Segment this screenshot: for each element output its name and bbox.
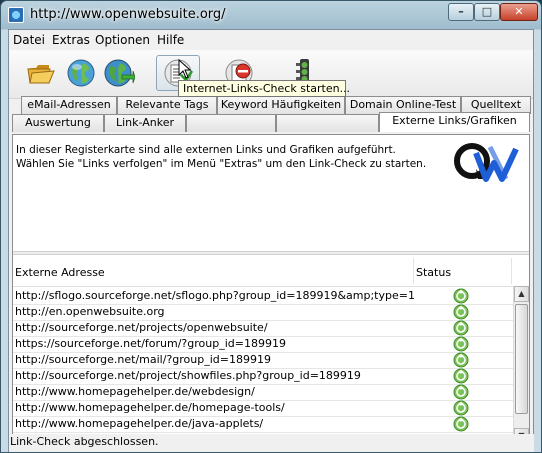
link-url: http://sflogo.sourceforge.net/sflogo.php… xyxy=(15,289,415,302)
link-url: http://www.homepagehelper.de/java-applet… xyxy=(15,417,264,430)
status-ok-icon xyxy=(453,288,469,304)
minimize-icon: – xyxy=(458,5,464,18)
table-row[interactable]: http://sflogo.sourceforge.net/sflogo.php… xyxy=(13,288,513,305)
app-icon xyxy=(8,7,24,23)
title-bar[interactable]: http://www.openwebsuite.org/ – □ ✕ xyxy=(1,1,541,29)
tab-relevante-tags[interactable]: Relevante Tags xyxy=(117,96,217,114)
column-divider[interactable] xyxy=(511,258,512,284)
table-row[interactable]: http://www.homepagehelper.de/webdesign/ xyxy=(13,384,513,401)
link-url: http://www.homepagehelper.de/homepage-to… xyxy=(15,401,285,414)
table-row[interactable]: https://sourceforge.net/forum/?group_id=… xyxy=(13,336,513,353)
table-row[interactable]: http://en.openwebsuite.org xyxy=(13,304,513,321)
table-row[interactable]: http://sourceforge.net/mail/?group_id=18… xyxy=(13,352,513,369)
tab-link-anker[interactable]: Link-Anker xyxy=(104,114,186,132)
tab-auswertung[interactable]: Auswertung xyxy=(12,114,104,132)
col-status[interactable]: Status xyxy=(416,266,451,279)
tab-email-adressen[interactable]: eMail-Adressen xyxy=(21,96,117,114)
vertical-scrollbar[interactable]: ▲ ▼ xyxy=(513,286,529,444)
menu-bar: Datei Extras Optionen Hilfe xyxy=(9,30,533,50)
external-links-table: Externe Adresse Status http://sflogo.sou… xyxy=(13,256,529,444)
status-ok-icon xyxy=(453,400,469,416)
info-line-1: In dieser Registerkarte sind alle extern… xyxy=(16,144,396,156)
status-ok-icon xyxy=(453,384,469,400)
maximize-button[interactable]: □ xyxy=(474,3,500,21)
menu-optionen[interactable]: Optionen xyxy=(95,33,150,47)
link-url: http://www.homepagehelper.de/webdesign/ xyxy=(15,385,255,398)
status-ok-icon xyxy=(453,336,469,352)
link-url: http://sourceforge.net/project/showfiles… xyxy=(15,369,361,382)
tab-keyword-haeufigkeiten[interactable]: Keyword Häufigkeiten xyxy=(217,96,345,114)
scroll-thumb[interactable] xyxy=(515,304,528,414)
maximize-icon: □ xyxy=(481,5,493,18)
menu-hilfe[interactable]: Hilfe xyxy=(157,33,184,47)
globe-icon xyxy=(67,59,95,87)
link-url: http://sourceforge.net/projects/openwebs… xyxy=(15,321,268,334)
menu-extras[interactable]: Extras xyxy=(52,33,90,47)
table-row[interactable]: http://sourceforge.net/projects/openwebs… xyxy=(13,320,513,337)
close-button[interactable]: ✕ xyxy=(500,3,538,21)
openwebsuite-logo-icon xyxy=(454,143,519,182)
globe-button[interactable] xyxy=(62,55,100,91)
app-window: http://www.openwebsuite.org/ – □ ✕ Datei… xyxy=(0,0,542,453)
column-divider[interactable] xyxy=(413,258,414,284)
globe-arrow-icon xyxy=(104,59,135,87)
scroll-up-button[interactable]: ▲ xyxy=(514,286,529,302)
menu-datei[interactable]: Datei xyxy=(13,33,45,47)
table-header: Externe Adresse Status xyxy=(13,256,529,287)
table-row[interactable]: http://sourceforge.net/project/showfiles… xyxy=(13,368,513,385)
status-ok-icon xyxy=(453,352,469,368)
minimize-button[interactable]: – xyxy=(448,3,474,21)
link-url: http://en.openwebsuite.org xyxy=(15,305,165,318)
col-externe-adresse[interactable]: Externe Adresse xyxy=(15,266,105,279)
mouse-pointer-icon xyxy=(178,59,192,79)
status-ok-icon xyxy=(453,320,469,336)
table-row[interactable]: http://www.homepagehelper.de/homepage-to… xyxy=(13,400,513,417)
tooltip: Internet-Links-Check starten... xyxy=(178,80,350,97)
link-url: http://sourceforge.net/mail/?group_id=18… xyxy=(15,353,271,366)
open-button[interactable] xyxy=(21,55,59,91)
info-text: In dieser Registerkarte sind alle extern… xyxy=(16,143,426,171)
open-folder-icon xyxy=(27,65,55,84)
tab-panel: In dieser Registerkarte sind alle extern… xyxy=(12,134,530,445)
splitter[interactable] xyxy=(13,251,529,255)
close-icon: ✕ xyxy=(514,5,524,18)
link-url: https://sourceforge.net/forum/?group_id=… xyxy=(15,337,286,350)
tab-hidden-1[interactable] xyxy=(186,114,276,132)
tab-hidden-2[interactable] xyxy=(276,114,379,132)
status-ok-icon xyxy=(453,416,469,432)
status-ok-icon xyxy=(453,304,469,320)
status-bar: Link-Check abgeschlossen. xyxy=(9,434,534,452)
status-ok-icon xyxy=(453,368,469,384)
info-line-2: Wählen Sie "Links verfolgen" im Menü "Ex… xyxy=(16,158,427,170)
window-title: http://www.openwebsuite.org/ xyxy=(30,7,226,22)
table-row[interactable]: http://www.homepagehelper.de/java-applet… xyxy=(13,416,513,433)
globe-arrow-button[interactable] xyxy=(100,55,138,91)
tab-externe-links-grafiken[interactable]: Externe Links/Grafiken xyxy=(379,112,530,132)
